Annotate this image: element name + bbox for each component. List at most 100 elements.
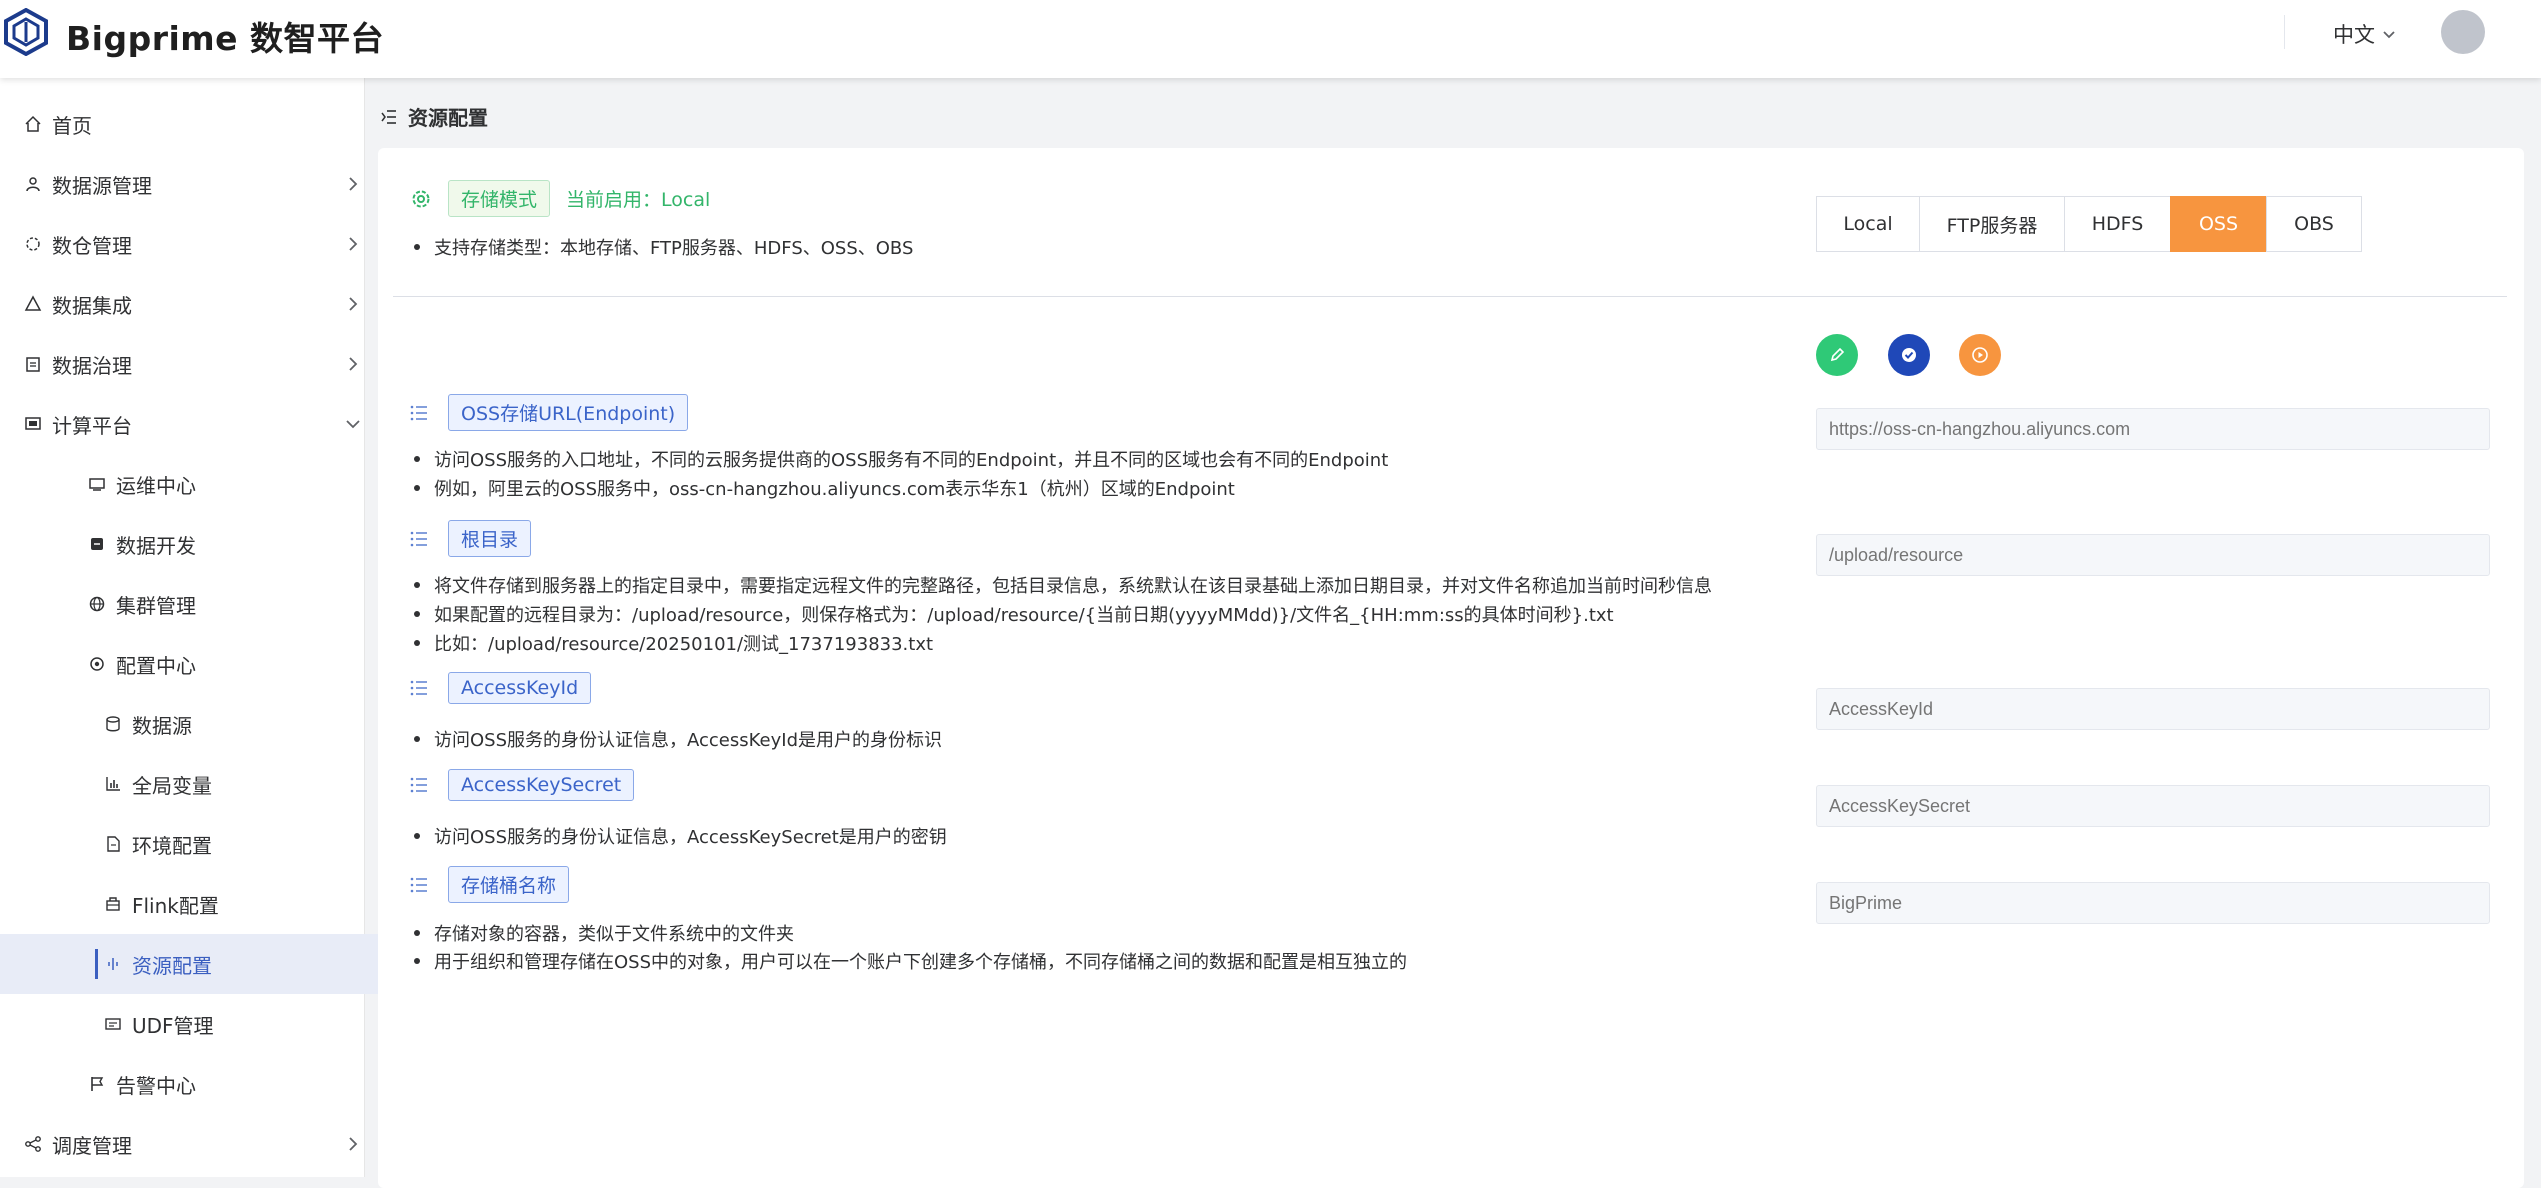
list-icon [410, 680, 427, 696]
menu-indent-icon [381, 109, 396, 124]
chevron-right-icon [349, 297, 358, 311]
chevron-right-icon [349, 1137, 358, 1151]
storage-option-oss[interactable]: OSS [2170, 196, 2267, 252]
list-icon [410, 777, 427, 793]
sidebar-item-label: UDF管理 [132, 1013, 214, 1038]
section-endpoint-header: OSS存储URL(Endpoint) [408, 394, 689, 431]
sidebar-item-label: 数据开发 [116, 533, 196, 558]
chevron-right-icon [349, 357, 358, 371]
sidebar-item-scheduling[interactable]: 调度管理 [0, 1114, 388, 1174]
storage-option-hdfs[interactable]: HDFS [2064, 196, 2171, 252]
sidebar-item-label: 环境配置 [132, 833, 212, 858]
bucket-name-input[interactable] [1816, 882, 2490, 924]
chevron-right-icon [349, 177, 358, 191]
sidebar-item-label: 运维中心 [116, 473, 196, 498]
access-key-id-input[interactable] [1816, 688, 2490, 730]
sidebar-item-datasource-mgmt[interactable]: 数据源管理 [0, 154, 388, 214]
pencil-icon [1830, 347, 1845, 362]
verify-button[interactable] [1888, 334, 1930, 376]
language-label: 中文 [2333, 23, 2375, 47]
sidebar-item-home[interactable]: 首页 [0, 94, 388, 154]
section-title: AccessKeySecret [448, 769, 635, 801]
udf-icon [105, 1018, 121, 1030]
content-card [378, 148, 2524, 1188]
integration-icon [24, 295, 42, 311]
section-accesskeysecret-header: AccessKeySecret [408, 769, 635, 801]
sidebar-item-label: 计算平台 [52, 413, 132, 438]
sidebar: 首页 数据源管理 数仓管理 数据集成 数据治理 计算平台 运维中心 数据开发 集… [0, 78, 468, 1177]
enable-button[interactable] [1959, 334, 2001, 376]
compute-icon [25, 417, 41, 430]
section-title: 根目录 [448, 520, 532, 557]
globe-icon [89, 596, 105, 612]
database-icon [106, 716, 120, 732]
section-accesskeyid-header: AccessKeyId [408, 672, 592, 704]
list-icon [410, 405, 427, 420]
resource-icon [108, 958, 118, 970]
section-bucket-header: 存储桶名称 [408, 866, 570, 903]
section-desc: 访问OSS服务的身份认证信息，AccessKeyId是用户的身份标识 [414, 726, 942, 752]
section-desc: 访问OSS服务的入口地址，不同的云服务提供商的OSS服务有不同的Endpoint… [414, 446, 1388, 472]
sidebar-item-label: Flink配置 [132, 893, 219, 918]
check-circle-icon [1902, 348, 1916, 362]
section-title: AccessKeyId [448, 672, 592, 704]
dev-icon [91, 538, 103, 550]
sidebar-item-governance[interactable]: 数据治理 [0, 334, 388, 394]
chevron-down-icon [346, 420, 360, 429]
flag-icon [91, 1077, 104, 1091]
settings-icon [90, 657, 104, 671]
supported-types-text: 支持存储类型：本地存储、FTP服务器、HDFS、OSS、OBS [414, 234, 913, 260]
storage-option-local[interactable]: Local [1816, 196, 1920, 252]
top-header: Bigprime 数智平台 中文 [0, 0, 2541, 78]
sidebar-item-integration[interactable]: 数据集成 [0, 274, 388, 334]
chevron-down-icon [2383, 31, 2395, 39]
section-title: 存储桶名称 [448, 866, 570, 903]
file-icon [107, 836, 120, 852]
sidebar-item-compute[interactable]: 计算平台 [0, 394, 388, 454]
section-desc: 将文件存储到服务器上的指定目录中，需要指定远程文件的完整路径，包括目录信息，系统… [414, 572, 1712, 598]
governance-icon [26, 357, 40, 372]
avatar[interactable] [2441, 10, 2485, 54]
sidebar-item-label: 数据治理 [52, 353, 132, 378]
section-desc: 例如，阿里云的OSS服务中，oss-cn-hangzhou.aliyuncs.c… [414, 475, 1235, 501]
home-icon [25, 115, 41, 132]
section-desc: 如果配置的远程目录为：/upload/resource，则保存格式为：/uplo… [414, 601, 1614, 627]
datasource-icon [26, 177, 40, 192]
sidebar-item-label: 集群管理 [116, 593, 196, 618]
access-key-secret-input[interactable] [1816, 785, 2490, 827]
section-title: OSS存储URL(Endpoint) [448, 394, 689, 431]
monitor-icon [89, 478, 105, 491]
storage-type-group: Local FTP服务器 HDFS OSS OBS [1816, 196, 2362, 252]
sidebar-item-label: 首页 [52, 113, 92, 138]
share-icon [25, 1136, 41, 1152]
breadcrumb: 资源配置 [380, 102, 488, 131]
sidebar-item-label: 数仓管理 [52, 233, 132, 258]
active-indicator [95, 949, 98, 979]
storage-mode-tag: 存储模式 [448, 180, 551, 217]
sidebar-item-label: 全局变量 [132, 773, 212, 798]
storage-option-ftp[interactable]: FTP服务器 [1919, 196, 2065, 252]
page-title: 资源配置 [408, 106, 488, 130]
list-icon [410, 531, 427, 546]
section-desc: 存储对象的容器，类似于文件系统中的文件夹 [414, 920, 794, 946]
sidebar-item-label: 配置中心 [116, 653, 196, 678]
section-desc: 访问OSS服务的身份认证信息，AccessKeySecret是用户的密钥 [414, 823, 947, 849]
section-desc: 用于组织和管理存储在OSS中的对象，用户可以在一个账户下创建多个存储桶，不同存储… [414, 948, 1407, 974]
edit-button[interactable] [1816, 334, 1858, 376]
flink-icon [106, 897, 120, 911]
header-divider [2284, 15, 2285, 49]
root-dir-input[interactable] [1816, 534, 2490, 576]
bigprime-logo-icon [3, 8, 48, 56]
list-icon [410, 877, 427, 892]
app-title: Bigprime 数智平台 [66, 19, 385, 58]
sidebar-item-label: 资源配置 [132, 953, 212, 978]
gear-icon [412, 190, 430, 207]
play-circle-icon [1972, 347, 1988, 363]
storage-option-obs[interactable]: OBS [2266, 196, 2362, 252]
language-selector[interactable]: 中文 [2333, 19, 2397, 49]
chart-icon [106, 777, 120, 791]
sidebar-item-label: 调度管理 [52, 1133, 132, 1158]
endpoint-input[interactable] [1816, 408, 2490, 450]
sidebar-item-warehouse[interactable]: 数仓管理 [0, 214, 388, 274]
chevron-right-icon [349, 237, 358, 251]
